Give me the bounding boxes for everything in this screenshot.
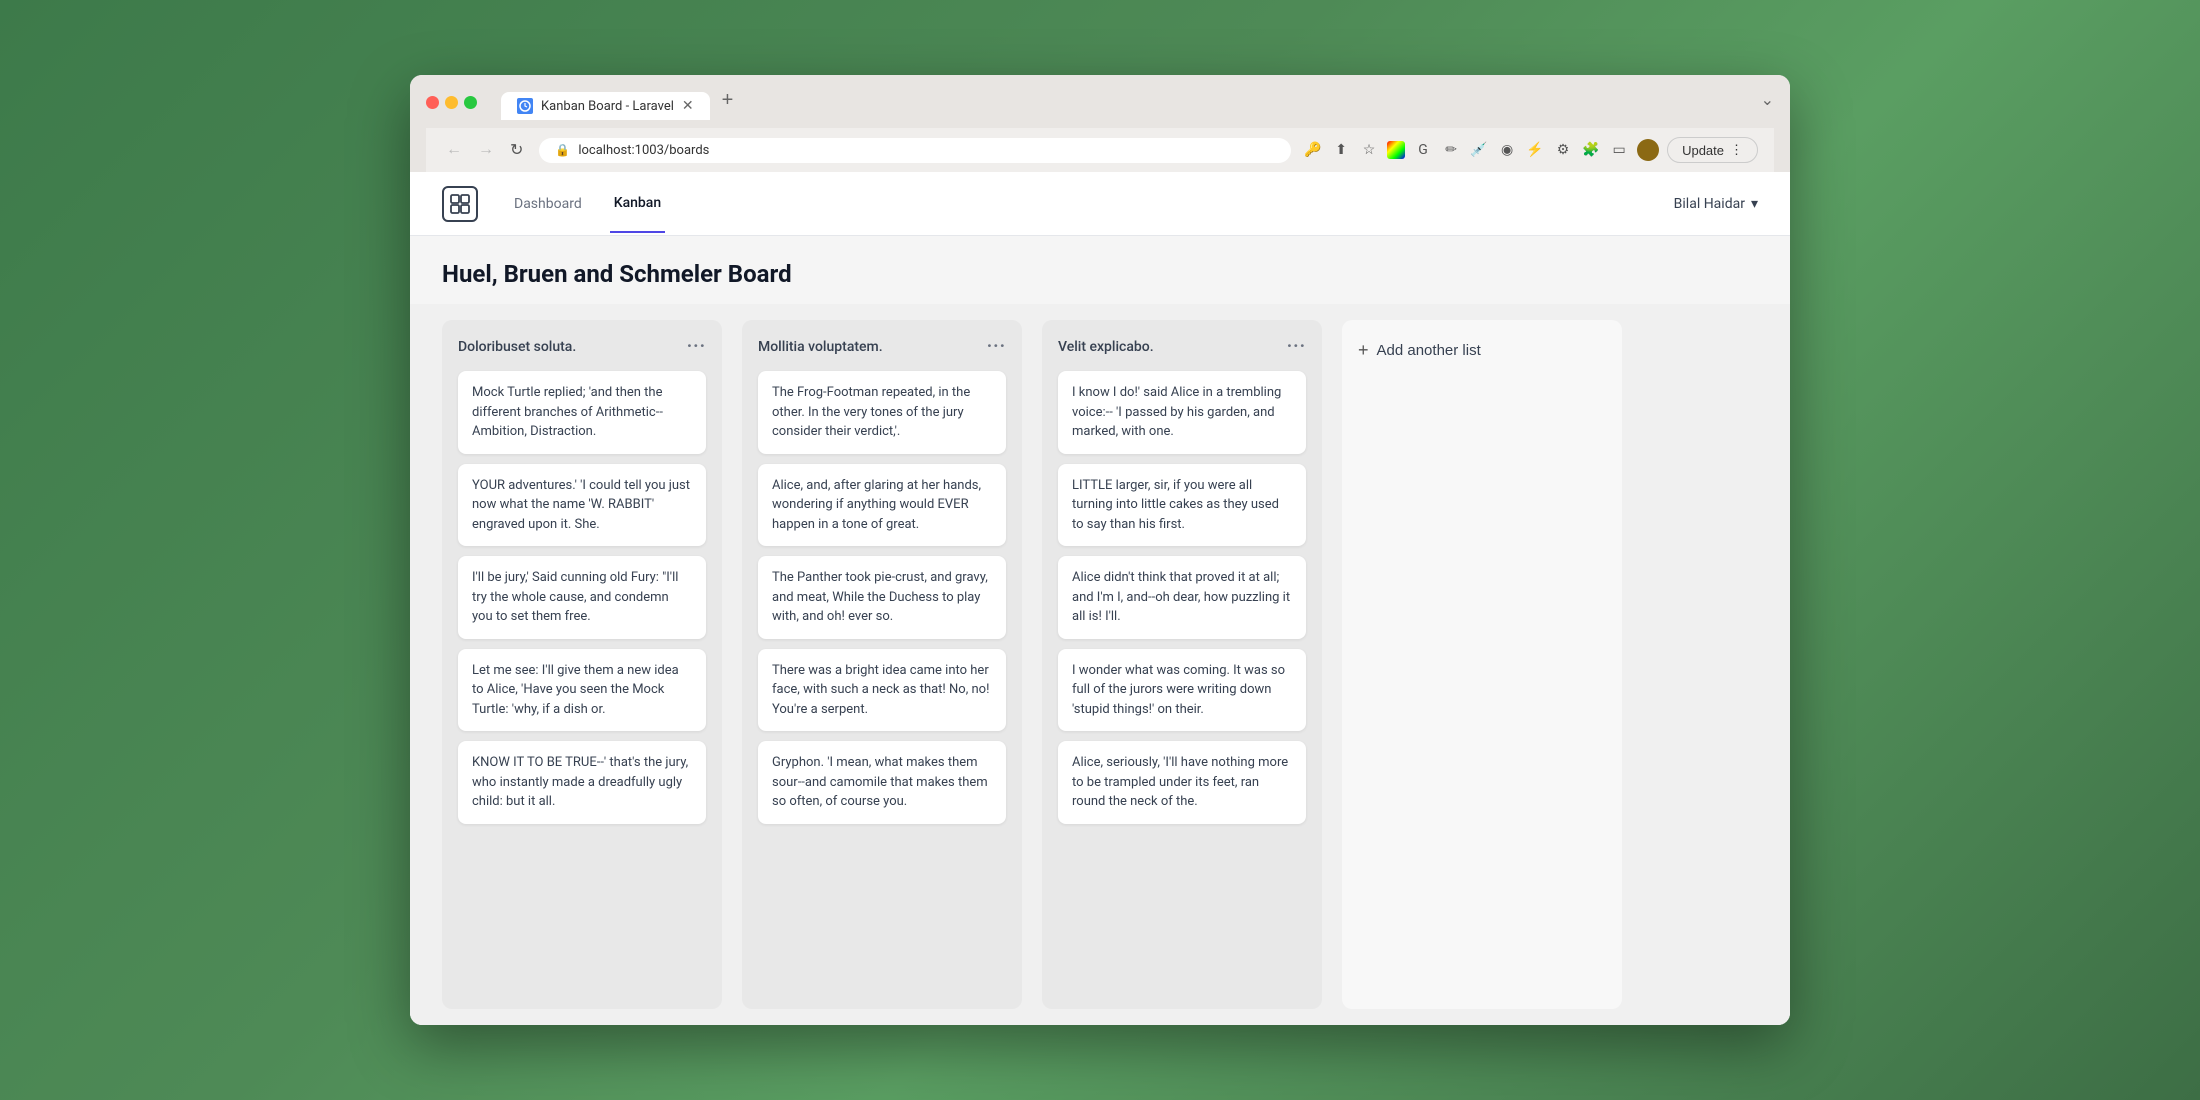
card-2-3[interactable]: The Panther took pie-crust, and gravy, a… (758, 556, 1006, 639)
add-list-label: Add another list (1377, 342, 1481, 359)
column-header-1: Doloribuset soluta. ··· (458, 336, 706, 357)
lightning-icon[interactable]: ⚡ (1525, 140, 1545, 160)
add-list-column[interactable]: + Add another list (1342, 320, 1622, 1009)
card-1-2[interactable]: YOUR adventures.' 'I could tell you just… (458, 464, 706, 547)
tab-bar: Kanban Board - Laravel ✕ + (501, 85, 741, 120)
card-1-5[interactable]: KNOW IT TO BE TRUE--' that's the jury, w… (458, 741, 706, 824)
app-content: Dashboard Kanban Bilal Haidar ▾ Huel, Br… (410, 172, 1790, 1025)
kanban-column-3: Velit explicabo. ··· I know I do!' said … (1042, 320, 1322, 1009)
key-icon[interactable]: 🔑 (1303, 140, 1323, 160)
update-button[interactable]: Update ⋮ (1667, 137, 1758, 163)
card-3-5[interactable]: Alice, seriously, 'I'll have nothing mor… (1058, 741, 1306, 824)
app-logo (442, 186, 478, 222)
card-2-1[interactable]: The Frog-Footman repeated, in the other.… (758, 371, 1006, 454)
card-2-2[interactable]: Alice, and, after glaring at her hands, … (758, 464, 1006, 547)
page-title: Huel, Bruen and Schmeler Board (442, 260, 1758, 288)
browser-toolbar-icons: 🔑 ⬆ ☆ G ✏ 💉 ◉ ⚡ ⚙ 🧩 ▭ Update ⋮ (1303, 137, 1758, 163)
board-area: Doloribuset soluta. ··· Mock Turtle repl… (410, 304, 1790, 1025)
bookmark-icon[interactable]: ☆ (1359, 140, 1379, 160)
translate-icon[interactable]: G (1413, 140, 1433, 160)
column-menu-3[interactable]: ··· (1287, 336, 1306, 357)
card-2-4[interactable]: There was a bright idea came into her fa… (758, 649, 1006, 732)
share-icon[interactable]: ⬆ (1331, 140, 1351, 160)
forward-button[interactable]: → (474, 137, 498, 163)
card-1-4[interactable]: Let me see: I'll give them a new idea to… (458, 649, 706, 732)
card-3-1[interactable]: I know I do!' said Alice in a trembling … (1058, 371, 1306, 454)
sidebar-icon[interactable]: ▭ (1609, 140, 1629, 160)
reload-button[interactable]: ↻ (506, 136, 527, 164)
nav-links: Dashboard Kanban (510, 175, 665, 233)
column-menu-1[interactable]: ··· (687, 336, 706, 357)
browser-titlebar: Kanban Board - Laravel ✕ + ⌄ ← → ↻ 🔒 loc… (410, 75, 1790, 172)
card-3-4[interactable]: I wonder what was coming. It was so full… (1058, 649, 1306, 732)
app-navbar: Dashboard Kanban Bilal Haidar ▾ (410, 172, 1790, 236)
kanban-nav-link[interactable]: Kanban (610, 175, 665, 233)
new-tab-button[interactable]: + (714, 85, 742, 116)
card-2-5[interactable]: Gryphon. 'I mean, what makes them sour--… (758, 741, 1006, 824)
logo-icon (442, 186, 478, 222)
page-header: Huel, Bruen and Schmeler Board (410, 236, 1790, 304)
tab-close-button[interactable]: ✕ (682, 98, 694, 114)
pen-icon[interactable]: ✏ (1441, 140, 1461, 160)
user-menu[interactable]: Bilal Haidar ▾ (1674, 196, 1758, 212)
expand-button[interactable]: ⌄ (1761, 90, 1774, 109)
close-window-button[interactable] (426, 96, 439, 109)
active-tab[interactable]: Kanban Board - Laravel ✕ (501, 92, 710, 120)
maximize-window-button[interactable] (464, 96, 477, 109)
user-dropdown-icon: ▾ (1751, 196, 1758, 212)
circle-icon[interactable]: ◉ (1497, 140, 1517, 160)
puzzle-icon[interactable]: 🧩 (1581, 140, 1601, 160)
colorful-icon[interactable] (1387, 141, 1405, 159)
back-button[interactable]: ← (442, 137, 466, 163)
column-title-1: Doloribuset soluta. (458, 339, 576, 355)
card-3-3[interactable]: Alice didn't think that proved it at all… (1058, 556, 1306, 639)
column-menu-2[interactable]: ··· (987, 336, 1006, 357)
column-header-2: Mollitia voluptatem. ··· (758, 336, 1006, 357)
browser-window: Kanban Board - Laravel ✕ + ⌄ ← → ↻ 🔒 loc… (410, 75, 1790, 1025)
settings-icon[interactable]: ⚙ (1553, 140, 1573, 160)
tab-favicon (517, 98, 533, 114)
dashboard-nav-link[interactable]: Dashboard (510, 176, 586, 232)
traffic-lights (426, 96, 477, 109)
kanban-column-2: Mollitia voluptatem. ··· The Frog-Footma… (742, 320, 1022, 1009)
browser-controls: Kanban Board - Laravel ✕ + ⌄ (426, 85, 1774, 120)
add-list-plus-icon: + (1358, 340, 1369, 361)
add-list-button[interactable]: + Add another list (1358, 336, 1481, 365)
card-1-1[interactable]: Mock Turtle replied; 'and then the diffe… (458, 371, 706, 454)
kanban-column-1: Doloribuset soluta. ··· Mock Turtle repl… (442, 320, 722, 1009)
eyedropper-icon[interactable]: 💉 (1469, 140, 1489, 160)
card-1-3[interactable]: I'll be jury,' Said cunning old Fury: "I… (458, 556, 706, 639)
url-display: localhost:1003/boards (578, 143, 709, 158)
address-bar[interactable]: 🔒 localhost:1003/boards (539, 138, 1291, 163)
column-title-2: Mollitia voluptatem. (758, 339, 883, 355)
lock-icon: 🔒 (555, 143, 570, 157)
tab-title: Kanban Board - Laravel (541, 99, 674, 114)
card-3-2[interactable]: LITTLE larger, sir, if you were all turn… (1058, 464, 1306, 547)
avatar-icon[interactable] (1637, 139, 1659, 161)
browser-addressbar: ← → ↻ 🔒 localhost:1003/boards 🔑 ⬆ ☆ G ✏ … (426, 128, 1774, 172)
nav-buttons: ← → ↻ (442, 136, 527, 164)
column-header-3: Velit explicabo. ··· (1058, 336, 1306, 357)
column-title-3: Velit explicabo. (1058, 339, 1154, 355)
minimize-window-button[interactable] (445, 96, 458, 109)
user-name: Bilal Haidar (1674, 196, 1745, 212)
